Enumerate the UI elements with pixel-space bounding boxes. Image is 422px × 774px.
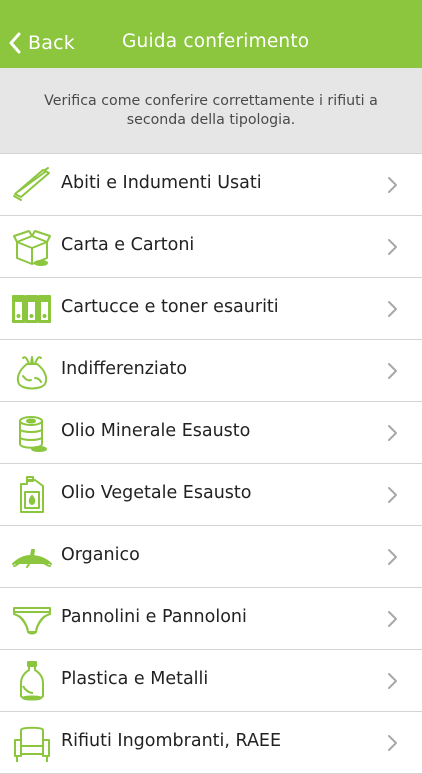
list-item-label: Plastica e Metalli [61, 669, 209, 689]
chevron-right-icon [386, 610, 398, 628]
chevron-right-icon [386, 176, 398, 194]
chevron-right-icon [386, 362, 398, 380]
list-item-olio-vegetale[interactable]: Olio Vegetale Esausto [0, 464, 422, 526]
cardboard-box-icon [11, 226, 53, 268]
list-item-indifferenziato[interactable]: Indifferenziato [0, 340, 422, 402]
list-item-plastica[interactable]: Plastica e Metalli [0, 650, 422, 712]
list-item-abiti[interactable]: Abiti e Indumenti Usati [0, 154, 422, 216]
list-item-label: Abiti e Indumenti Usati [61, 173, 262, 193]
list-item-pannolini[interactable]: Pannolini e Pannoloni [0, 588, 422, 650]
list-item-label: Pannolini e Pannoloni [61, 607, 247, 627]
chevron-right-icon [386, 238, 398, 256]
page-title: Guida conferimento [122, 31, 310, 52]
chevron-right-icon [386, 672, 398, 690]
armchair-icon [11, 722, 53, 764]
list-item-label: Organico [61, 545, 140, 565]
oil-jerrycan-icon [11, 474, 53, 516]
chevron-right-icon [386, 548, 398, 566]
list-item-carta[interactable]: Carta e Cartoni [0, 216, 422, 278]
list-item-label: Rifiuti Ingombranti, RAEE [61, 731, 282, 751]
diaper-icon [11, 598, 53, 640]
list-item-label: Olio Vegetale Esausto [61, 483, 252, 503]
chevron-left-icon [8, 32, 22, 54]
list-item-label: Cartucce e toner esauriti [61, 297, 279, 317]
list-item-olio-minerale[interactable]: Olio Minerale Esausto [0, 402, 422, 464]
category-list: Abiti e Indumenti Usati Carta e Cartoni [0, 153, 422, 774]
banana-peel-icon [11, 536, 53, 578]
chevron-right-icon [386, 486, 398, 504]
list-item-organico[interactable]: Organico [0, 526, 422, 588]
intro-banner: Verifica come conferire correttamente i … [0, 68, 422, 153]
back-button[interactable]: Back [8, 28, 75, 58]
list-item-ingombranti[interactable]: Rifiuti Ingombranti, RAEE [0, 712, 422, 774]
intro-text: Verifica come conferire correttamente i … [44, 92, 378, 128]
chevron-right-icon [386, 424, 398, 442]
list-item-label: Indifferenziato [61, 359, 188, 379]
navigation-bar: Back Guida conferimento [0, 0, 422, 68]
plastic-bottle-icon [11, 660, 53, 702]
list-item-label: Olio Minerale Esausto [61, 421, 251, 441]
trash-bag-icon [11, 350, 53, 392]
list-item-cartucce[interactable]: Cartucce e toner esauriti [0, 278, 422, 340]
toner-cartridges-icon [11, 288, 53, 330]
clothes-hanger-icon [11, 164, 53, 206]
back-label: Back [28, 32, 75, 54]
chevron-right-icon [386, 300, 398, 318]
list-item-label: Carta e Cartoni [61, 235, 195, 255]
oil-barrel-icon [11, 412, 53, 454]
chevron-right-icon [386, 734, 398, 752]
